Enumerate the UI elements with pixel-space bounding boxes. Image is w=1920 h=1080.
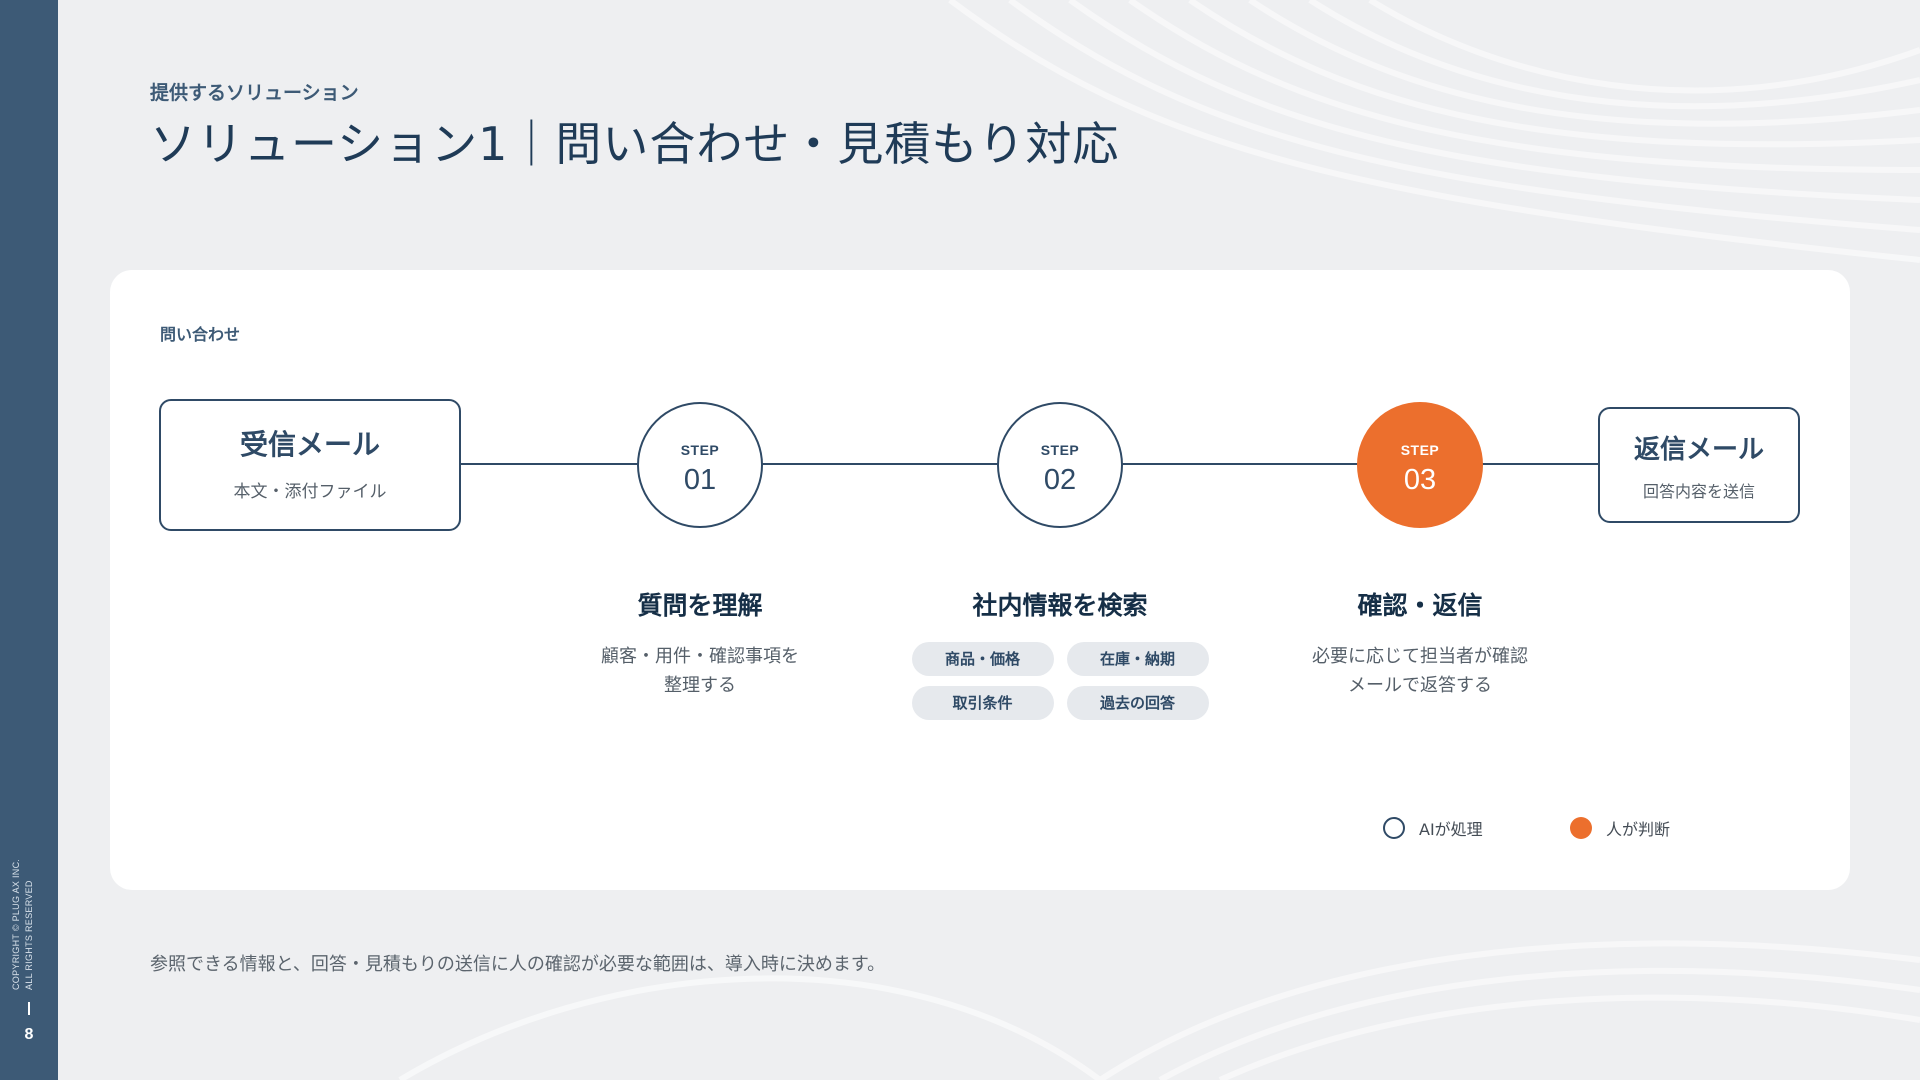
description-line: 必要に応じて担当者が確認 (1312, 646, 1528, 667)
description-line: 整理する (664, 675, 736, 696)
tag-stock-delivery: 在庫・納期 (1066, 642, 1209, 676)
page-number: 8 (24, 1026, 34, 1043)
outline-circle-icon (1383, 817, 1405, 839)
step-03-circle: STEP 03 (1357, 402, 1483, 528)
input-box-title: 受信メール (239, 428, 380, 461)
step-description: 顧客・用件・確認事項を 整理する (540, 642, 860, 700)
legend-ai-label: AIが処理 (1419, 820, 1483, 839)
step-title: 質問を理解 (637, 591, 763, 620)
description-line: メールで返答する (1348, 675, 1492, 696)
step-word: STEP (1040, 442, 1080, 458)
step-01-circle: STEP 01 (637, 402, 763, 528)
step-number: 02 (1043, 464, 1077, 496)
flow-card (110, 270, 1850, 890)
step-description: 必要に応じて担当者が確認 メールで返答する (1260, 642, 1580, 700)
output-box-title: 返信メール (1633, 435, 1764, 465)
step-number: 01 (683, 464, 717, 496)
copyright-notice: COPYRIGHT © PLUG AX INC. ALL RIGHTS RESE… (10, 859, 36, 990)
filled-circle-icon (1570, 817, 1592, 839)
legend-human-label: 人が判断 (1606, 820, 1671, 839)
page-title: ソリューション1｜問い合わせ・見積もり対応 (150, 117, 1120, 171)
tag-trade-terms: 取引条件 (911, 686, 1054, 720)
section-eyebrow: 提供するソリューション (150, 82, 359, 104)
step-title: 確認・返信 (1357, 591, 1483, 620)
rights-line: ALL RIGHTS RESERVED (24, 880, 34, 990)
input-box-subtitle: 本文・添付ファイル (233, 482, 387, 502)
card-label: 問い合わせ (160, 325, 241, 344)
tag-past-answers: 過去の回答 (1066, 686, 1209, 720)
step-02-detail: 社内情報を検索 商品・価格 在庫・納期 取引条件 過去の回答 (900, 586, 1220, 720)
sidebar: COPYRIGHT © PLUG AX INC. ALL RIGHTS RESE… (0, 0, 58, 1080)
step-number: 03 (1403, 464, 1437, 496)
legend-ai: AIが処理 (1383, 816, 1483, 840)
output-email-box: 返信メール 回答内容を送信 (1598, 407, 1800, 523)
output-box-subtitle: 回答内容を送信 (1642, 482, 1755, 501)
step-word: STEP (680, 442, 720, 458)
info-tags: 商品・価格 在庫・納期 取引条件 過去の回答 (900, 642, 1220, 720)
description-line: 顧客・用件・確認事項を (601, 646, 799, 667)
input-email-box: 受信メール 本文・添付ファイル (159, 399, 461, 531)
step-title: 社内情報を検索 (972, 591, 1148, 620)
step-02-circle: STEP 02 (997, 402, 1123, 528)
step-word: STEP (1400, 442, 1440, 458)
step-01-detail: 質問を理解 顧客・用件・確認事項を 整理する (540, 586, 860, 700)
tag-products-prices: 商品・価格 (911, 642, 1054, 676)
legend-human: 人が判断 (1570, 816, 1670, 840)
sidebar-divider (28, 1002, 30, 1015)
footnote: 参照できる情報と、回答・見積もりの送信に人の確認が必要な範囲は、導入時に決めます… (150, 954, 886, 975)
step-03-detail: 確認・返信 必要に応じて担当者が確認 メールで返答する (1260, 586, 1580, 700)
copyright-line: COPYRIGHT © PLUG AX INC. (11, 858, 21, 990)
